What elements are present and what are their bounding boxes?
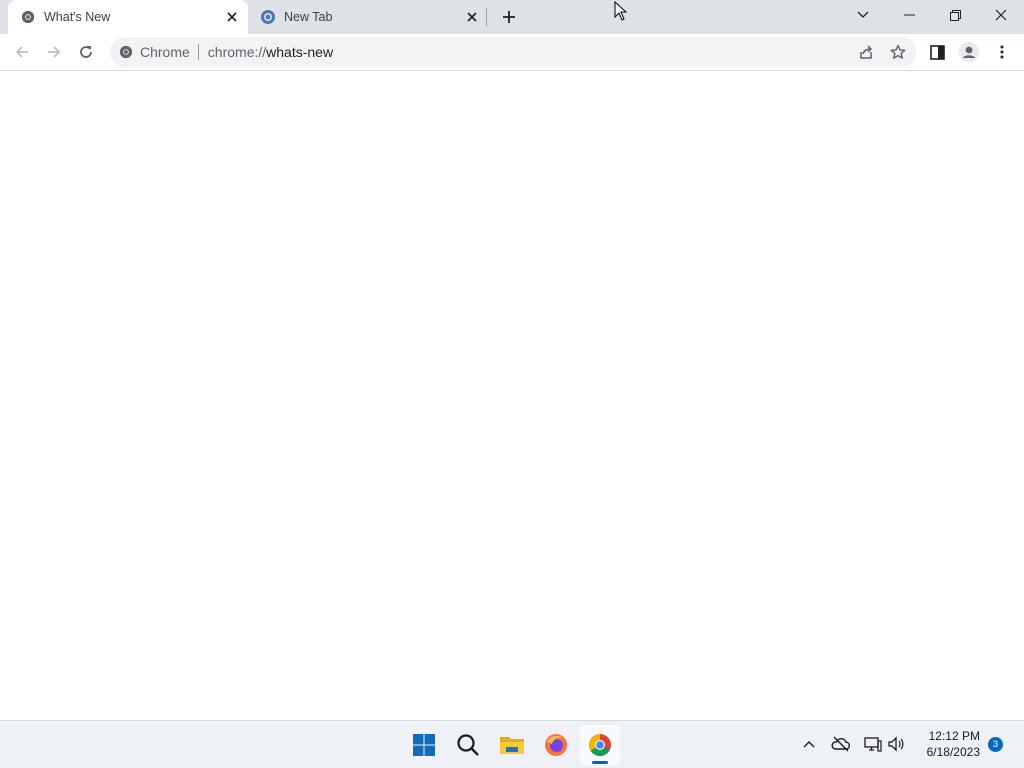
back-icon [15, 46, 28, 58]
onedrive-offline-icon [831, 736, 851, 752]
firefox-button[interactable] [536, 725, 576, 765]
taskbar: 12:12 PM 6/18/2023 [0, 720, 1024, 768]
browser-toolbar: Chrome chrome://whats-new [0, 34, 1024, 71]
tab-title: What's New [44, 10, 111, 24]
profile-icon [959, 42, 979, 62]
side-panel-icon [929, 44, 945, 60]
chevron-up-icon [803, 741, 815, 748]
reload-button[interactable] [72, 38, 100, 66]
onedrive-tray-button[interactable] [830, 733, 852, 755]
taskbar-search-button[interactable] [448, 725, 488, 765]
chevron-down-icon [857, 11, 869, 18]
active-app-indicator [592, 761, 608, 764]
plus-icon [503, 11, 515, 23]
url-scheme: chrome:// [207, 44, 267, 60]
page-content [0, 71, 1024, 720]
file-explorer-icon [500, 737, 524, 754]
tab-whats-new[interactable]: What's New [8, 0, 248, 34]
show-hidden-icons-button[interactable] [798, 733, 820, 755]
profile-button[interactable] [955, 38, 983, 66]
address-bar[interactable]: Chrome chrome://whats-new [110, 37, 916, 67]
new-tab-button[interactable] [497, 5, 521, 29]
network-tray-button[interactable] [862, 733, 884, 755]
minimize-button[interactable] [886, 0, 932, 30]
close-window-button[interactable] [978, 0, 1024, 30]
clock[interactable]: 12:12 PM 6/18/2023 [912, 728, 980, 760]
volume-icon [888, 736, 904, 752]
share-button[interactable] [854, 40, 878, 64]
network-icon [864, 737, 882, 752]
tab-title: New Tab [284, 10, 333, 24]
close-icon [995, 9, 1007, 21]
chrome-icon [589, 734, 611, 756]
start-button[interactable] [404, 725, 444, 765]
start-icon [413, 734, 435, 756]
forward-button[interactable] [40, 38, 68, 66]
menu-button[interactable] [988, 38, 1016, 66]
url-text[interactable]: chrome://whats-new [208, 44, 333, 60]
chrome-taskbar-button[interactable] [580, 725, 620, 765]
site-chip[interactable]: Chrome [140, 44, 199, 60]
bookmark-button[interactable] [886, 40, 910, 64]
chrome-newtab-icon [260, 9, 276, 25]
tab-new-tab[interactable]: New Tab [248, 0, 488, 34]
mouse-cursor-icon [614, 1, 628, 21]
bookmark-star-icon [890, 44, 906, 59]
restore-icon [949, 9, 961, 21]
tab-strip: What's New New Tab [0, 0, 1024, 34]
url-host: whats-new [266, 44, 334, 60]
tab-search-button[interactable] [840, 0, 886, 30]
minimize-icon [903, 14, 915, 16]
chrome-icon [20, 9, 36, 25]
share-icon [860, 45, 873, 59]
search-icon [457, 734, 479, 756]
clock-date: 6/18/2023 [926, 745, 980, 759]
forward-icon [48, 46, 61, 58]
restore-button[interactable] [932, 0, 978, 30]
clock-time: 12:12 PM [928, 729, 980, 743]
tab-separator [486, 8, 487, 26]
notification-badge[interactable]: 3 [988, 737, 1003, 752]
volume-tray-button[interactable] [885, 733, 907, 755]
menu-icon [1000, 45, 1004, 59]
side-panel-button[interactable] [923, 38, 951, 66]
back-button[interactable] [8, 38, 36, 66]
firefox-icon [545, 734, 567, 756]
chrome-icon [118, 44, 134, 60]
close-tab-icon[interactable] [222, 7, 242, 27]
close-tab-icon[interactable] [462, 7, 482, 27]
reload-icon [80, 46, 92, 58]
file-explorer-button[interactable] [492, 725, 532, 765]
